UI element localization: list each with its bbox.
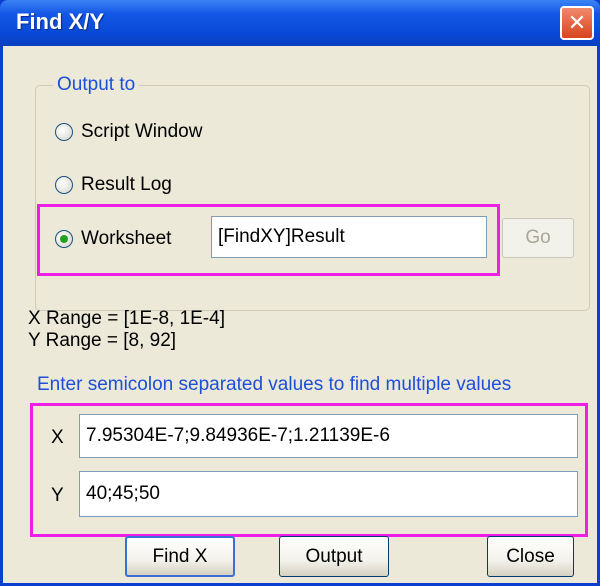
y-field-label: Y xyxy=(51,485,64,506)
radio-label: Result Log xyxy=(81,174,172,195)
radio-script-window[interactable]: Script Window xyxy=(55,121,202,143)
radio-icon xyxy=(55,123,73,141)
x-range-text: X Range = [1E-8, 1E-4] xyxy=(28,308,225,329)
output-to-legend: Output to xyxy=(53,74,140,96)
close-icon: ✕ xyxy=(567,10,587,35)
radio-label: Worksheet xyxy=(81,228,172,249)
radio-checked-icon xyxy=(55,230,73,248)
find-x-button[interactable]: Find X xyxy=(125,536,235,577)
title-bar[interactable]: Find X/Y ✕ xyxy=(0,0,600,46)
go-button[interactable]: Go xyxy=(502,218,574,258)
x-field-label: X xyxy=(51,427,64,448)
radio-worksheet[interactable]: Worksheet xyxy=(55,228,171,250)
close-window-button[interactable]: ✕ xyxy=(560,6,594,40)
x-values-input[interactable]: 7.95304E-7;9.84936E-7;1.21139E-6 xyxy=(79,414,578,458)
worksheet-name-input[interactable]: [FindXY]Result xyxy=(211,216,487,258)
close-button[interactable]: Close xyxy=(487,536,574,577)
y-range-text: Y Range = [8, 92] xyxy=(28,330,177,351)
window-title: Find X/Y xyxy=(16,9,104,34)
dialog-body: Output to Script Window Result Log Works… xyxy=(3,46,597,583)
hint-text: Enter semicolon separated values to find… xyxy=(37,374,512,395)
radio-icon xyxy=(55,176,73,194)
output-to-groupbox xyxy=(35,85,590,311)
radio-label: Script Window xyxy=(81,121,203,142)
output-button[interactable]: Output xyxy=(279,536,389,577)
radio-result-log[interactable]: Result Log xyxy=(55,174,172,196)
y-values-input[interactable]: 40;45;50 xyxy=(79,471,578,517)
find-xy-dialog: Find X/Y ✕ Output to Script Window Resul… xyxy=(0,0,600,586)
